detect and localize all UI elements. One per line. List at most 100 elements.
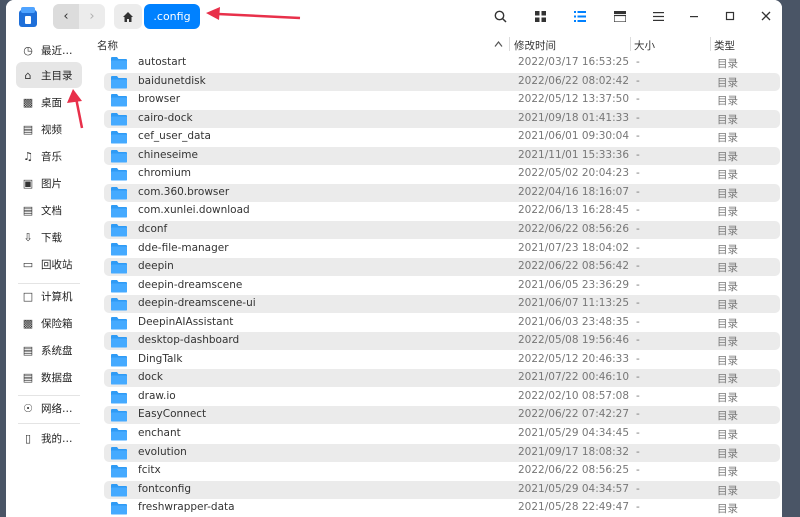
sidebar-item-documents[interactable]: ▤ 文档 xyxy=(16,197,82,223)
file-name: baidunetdisk xyxy=(138,74,206,87)
table-row[interactable]: DingTalk 2022/05/12 20:46:33- 目录 xyxy=(104,351,780,369)
file-modified: 2021/09/17 18:08:32 xyxy=(518,445,630,458)
image-icon: ▣ xyxy=(22,176,34,190)
file-size: - xyxy=(636,111,640,124)
folder-icon xyxy=(111,353,127,367)
file-size: - xyxy=(636,148,640,161)
table-row[interactable]: enchant 2021/05/29 04:34:45- 目录 xyxy=(104,425,780,443)
close-button[interactable] xyxy=(758,8,774,24)
file-size: - xyxy=(636,297,640,310)
file-name: enchant xyxy=(138,427,181,439)
sidebar-item-home[interactable]: ⌂ 主目录 xyxy=(16,62,82,88)
table-row[interactable]: DeepinAIAssistant 2021/06/03 23:48:35- 目录 xyxy=(104,314,780,332)
back-button[interactable]: ‹ xyxy=(53,4,79,29)
file-modified: 2021/05/28 22:49:47 xyxy=(518,501,630,514)
table-row[interactable]: com.xunlei.download 2022/06/13 16:28:45- 目… xyxy=(104,202,780,220)
file-size: - xyxy=(636,408,640,421)
table-row[interactable]: baidunetdisk 2022/06/22 08:02:42- 目录 xyxy=(104,72,780,91)
annotation-arrow-crumb xyxy=(206,7,301,20)
sidebar-item-label: 音乐 xyxy=(41,150,62,163)
file-size: - xyxy=(636,260,640,273)
table-row[interactable]: cef_user_data 2021/06/01 09:30:04- 目录 xyxy=(104,128,780,146)
sidebar-item-data-disk[interactable]: ▤ 数据盘 xyxy=(16,364,82,390)
table-row[interactable]: chromium 2022/05/02 20:04:23- 目录 xyxy=(104,165,780,183)
table-row[interactable]: fcitx 2022/06/22 08:56:25- 目录 xyxy=(104,462,780,480)
table-row[interactable]: deepin-dreamscene 2021/06/05 23:36:29- 目录 xyxy=(104,277,780,295)
table-row[interactable]: dde-file-manager 2021/07/23 18:04:02- 目录 xyxy=(104,240,780,258)
file-type: 目录 xyxy=(717,429,738,441)
sidebar-item-label: 最近… xyxy=(41,44,73,57)
table-row[interactable]: dconf 2022/06/22 08:56:26- 目录 xyxy=(104,220,780,239)
column-name-header[interactable]: 名称 xyxy=(97,38,118,53)
file-name: cef_user_data xyxy=(138,130,211,143)
minimize-button[interactable] xyxy=(686,8,702,24)
column-size-header[interactable]: 大小 xyxy=(634,38,655,53)
sidebar-item-my-device[interactable]: ▯ 我的… xyxy=(16,425,82,451)
column-header: 名称 修改时间 大小 类型 xyxy=(92,34,782,54)
chevron-left-icon: ‹ xyxy=(63,9,69,24)
sidebar-item-videos[interactable]: ▤ 视频 xyxy=(16,116,82,142)
file-type: 目录 xyxy=(717,169,738,182)
forward-button[interactable]: › xyxy=(79,4,105,29)
file-type: 目录 xyxy=(717,262,738,275)
file-name: desktop-dashboard xyxy=(138,334,240,347)
sidebar-item-network[interactable]: ☉ 网络… xyxy=(16,395,82,421)
file-modified: 2022/05/12 20:46:33 xyxy=(518,352,630,365)
column-type-header[interactable]: 类型 xyxy=(714,38,735,53)
maximize-icon xyxy=(725,11,735,21)
sidebar-item-pictures[interactable]: ▣ 图片 xyxy=(16,170,82,196)
main-menu-button[interactable] xyxy=(650,8,666,24)
breadcrumb-home[interactable] xyxy=(114,4,142,29)
detail-view-button[interactable] xyxy=(612,8,628,24)
table-row[interactable]: desktop-dashboard 2022/05/08 19:56:46- 目录 xyxy=(104,332,780,351)
column-divider[interactable] xyxy=(509,37,510,51)
icon-view-button[interactable] xyxy=(532,8,548,24)
file-size: - xyxy=(636,389,640,402)
network-icon: ☉ xyxy=(23,401,33,415)
sidebar-item-music[interactable]: ♫ 音乐 xyxy=(16,143,82,169)
file-modified: 2021/11/01 15:33:36 xyxy=(518,148,630,161)
sidebar-item-computer[interactable]: □ 计算机 xyxy=(16,283,82,309)
table-row[interactable]: freshwrapper-data 2021/05/28 22:49:47- 目录 xyxy=(104,499,780,517)
file-name: draw.io xyxy=(138,389,176,402)
sidebar-item-downloads[interactable]: ⇩ 下载 xyxy=(16,224,82,250)
sidebar-item-system-disk[interactable]: ▤ 系统盘 xyxy=(16,337,82,363)
home-icon: ⌂ xyxy=(24,68,32,82)
table-row[interactable]: com.360.browser 2022/04/16 18:16:07- 目录 xyxy=(104,183,780,202)
sidebar-item-recent[interactable]: ◷ 最近… xyxy=(16,37,82,63)
folder-icon xyxy=(111,261,127,274)
sidebar-item-vault[interactable]: ▩ 保险箱 xyxy=(16,310,82,336)
folder-icon xyxy=(111,409,127,422)
table-row[interactable]: deepin-dreamscene-ui 2021/06/07 11:13:25-… xyxy=(104,295,780,314)
sort-ascending-icon[interactable] xyxy=(494,40,503,48)
breadcrumb-current[interactable]: .config xyxy=(144,4,200,29)
table-row[interactable]: cairo-dock 2021/09/18 01:41:33- 目录 xyxy=(104,109,780,128)
search-button[interactable] xyxy=(492,8,508,24)
folder-icon xyxy=(111,502,127,515)
table-row[interactable]: deepin 2022/06/22 08:56:42- 目录 xyxy=(104,258,780,277)
table-row[interactable]: evolution 2021/09/17 18:08:32- 目录 xyxy=(104,443,780,462)
table-row[interactable]: EasyConnect 2022/06/22 07:42:27- 目录 xyxy=(104,406,780,425)
file-modified: 2022/06/22 08:02:42 xyxy=(518,74,630,87)
table-row[interactable]: chineseime 2021/11/01 15:33:36- 目录 xyxy=(104,146,780,165)
sidebar-item-desktop[interactable]: ▩ 桌面 xyxy=(16,89,82,115)
table-row[interactable]: draw.io 2022/02/10 08:57:08- 目录 xyxy=(104,388,780,406)
disk-icon: ▤ xyxy=(22,370,34,384)
video-icon: ▤ xyxy=(22,122,34,136)
file-name: com.xunlei.download xyxy=(138,204,250,217)
table-row[interactable]: dock 2021/07/22 00:46:10- 目录 xyxy=(104,369,780,388)
maximize-button[interactable] xyxy=(722,8,738,24)
file-manager-window: ‹ › .config ◷ 最近… ⌂ 主目录 ▩ 桌面 ▤ 视频 ♫ 音乐 ▣… xyxy=(6,0,782,517)
file-name: EasyConnect xyxy=(138,408,207,421)
list-view-button[interactable] xyxy=(572,8,588,24)
table-row[interactable]: fontconfig 2021/05/29 04:34:57- 目录 xyxy=(104,480,780,499)
column-modified-header[interactable]: 修改时间 xyxy=(514,38,556,53)
file-type: 目录 xyxy=(717,299,738,312)
file-size: - xyxy=(636,222,640,235)
column-divider[interactable] xyxy=(710,37,711,51)
sidebar-item-trash[interactable]: ▭ 回收站 xyxy=(16,251,82,277)
table-row[interactable]: autostart 2022/03/17 16:53:25- 目录 xyxy=(104,54,780,72)
file-type: 目录 xyxy=(717,336,738,349)
column-divider[interactable] xyxy=(630,37,631,51)
table-row[interactable]: browser 2022/05/12 13:37:50- 目录 xyxy=(104,91,780,109)
